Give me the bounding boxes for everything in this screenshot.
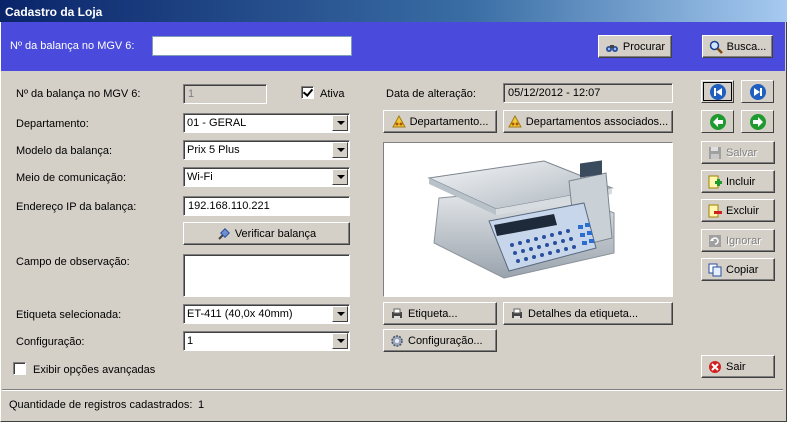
configuracao-value: 1 [187,335,194,347]
departamento-select[interactable]: 01 - GERAL [183,113,350,133]
avancadas-label: Exibir opções avançadas [33,364,156,376]
sair-button[interactable]: Sair [701,355,775,378]
etiqueta-select[interactable]: ET-411 (40,0x 40mm) [183,304,350,324]
observacao-textarea[interactable] [183,254,350,297]
detalhes-etiqueta-button[interactable]: Detalhes da etiqueta... [503,302,673,325]
gear-icon [390,334,404,348]
verificar-button[interactable]: Verificar balança [183,222,350,245]
status-divider [2,389,783,391]
ignorar-button[interactable]: Ignorar [701,229,775,252]
balanca-number-field[interactable]: 1 [183,84,267,104]
last-record-button[interactable] [741,80,774,103]
departamentos-associados-button[interactable]: Departamentos associados... [503,110,673,133]
arrow-left-icon [709,113,726,130]
configuracao-button[interactable]: Configuração... [383,329,497,352]
busca-button[interactable]: Busca... [702,35,773,58]
close-icon [708,360,722,374]
ativa-checkbox[interactable] [301,86,314,99]
procurar-button[interactable]: Procurar [598,35,672,58]
salvar-label: Salvar [726,146,758,159]
magnifier-icon [709,40,723,54]
verificar-label: Verificar balança [234,227,317,240]
departamento-label: Departamento: [16,118,89,130]
dropdown-arrow-icon[interactable] [332,142,348,158]
search-input[interactable] [152,36,352,56]
binoculars-icon [605,40,619,54]
avancadas-checkbox[interactable] [13,362,26,375]
ip-label: Endereço IP da balança: [16,201,137,213]
arrow-right-icon [749,113,766,130]
ip-field[interactable]: 192.168.110.221 [183,196,350,216]
etiqueta-button-label: Etiqueta... [408,307,458,320]
plug-icon [217,227,231,241]
last-record-icon [749,83,766,100]
label-printer-icon [510,307,524,321]
etiqueta-value: ET-411 (40,0x 40mm) [187,308,293,320]
scale-image [383,142,673,297]
data-alteracao-label: Data de alteração: [386,88,476,100]
sair-label: Sair [726,360,746,373]
departamentos-associados-label: Departamentos associados... [525,115,669,128]
search-label: Nº da balança no MGV 6: [10,40,135,52]
departamento-button-label: Departamento... [409,115,489,128]
dropdown-arrow-icon[interactable] [332,333,348,349]
meio-select[interactable]: Wi-Fi [183,167,350,187]
ativa-label: Ativa [320,88,345,100]
detalhes-etiqueta-label: Detalhes da etiqueta... [528,307,639,320]
first-record-icon [709,83,726,100]
first-record-button[interactable] [701,80,734,103]
incluir-button[interactable]: Incluir [701,170,775,193]
departamento-value: 01 - GERAL [187,117,247,129]
copiar-label: Copiar [726,263,759,276]
dropdown-arrow-icon[interactable] [332,169,348,185]
modelo-label: Modelo da balança: [16,145,113,157]
status-count: 1 [198,399,205,411]
procurar-label: Procurar [622,40,666,53]
add-document-icon [708,175,722,189]
balanca-label: Nº da balança no MGV 6: [16,88,141,100]
departamento-button[interactable]: Departamento... [383,110,497,133]
incluir-label: Incluir [726,175,756,188]
window-title: Cadastro da Loja [0,0,787,22]
data-alteracao-field: 05/12/2012 - 12:07 [503,83,673,103]
save-icon [708,146,722,160]
etiqueta-button[interactable]: Etiqueta... [383,302,497,325]
next-record-button[interactable] [741,110,774,133]
etiqueta-label: Etiqueta selecionada: [16,309,122,321]
department-icon [391,114,406,129]
modelo-value: Prix 5 Plus [187,144,240,156]
configuracao-select[interactable]: 1 [183,331,350,351]
undo-icon [708,234,722,248]
busca-label: Busca... [726,40,767,53]
salvar-button[interactable]: Salvar [701,141,775,164]
scale-illustration [427,160,615,279]
excluir-label: Excluir [726,204,760,217]
meio-value: Wi-Fi [187,171,213,183]
copiar-button[interactable]: Copiar [701,258,775,281]
excluir-button[interactable]: Excluir [701,199,775,222]
dropdown-arrow-icon[interactable] [332,306,348,322]
copy-icon [708,263,722,277]
status-label: Quantidade de registros cadastrados: [9,399,193,411]
observacao-label: Campo de observação: [16,256,130,268]
meio-label: Meio de comunicação: [16,172,127,184]
previous-record-button[interactable] [701,110,734,133]
delete-document-icon [708,204,722,218]
modelo-select[interactable]: Prix 5 Plus [183,140,350,160]
configuracao-button-label: Configuração... [408,334,483,347]
department-icon [507,114,522,129]
configuracao-label: Configuração: [16,336,85,348]
dropdown-arrow-icon[interactable] [332,115,348,131]
label-printer-icon [390,307,404,321]
ignorar-label: Ignorar [726,234,761,247]
